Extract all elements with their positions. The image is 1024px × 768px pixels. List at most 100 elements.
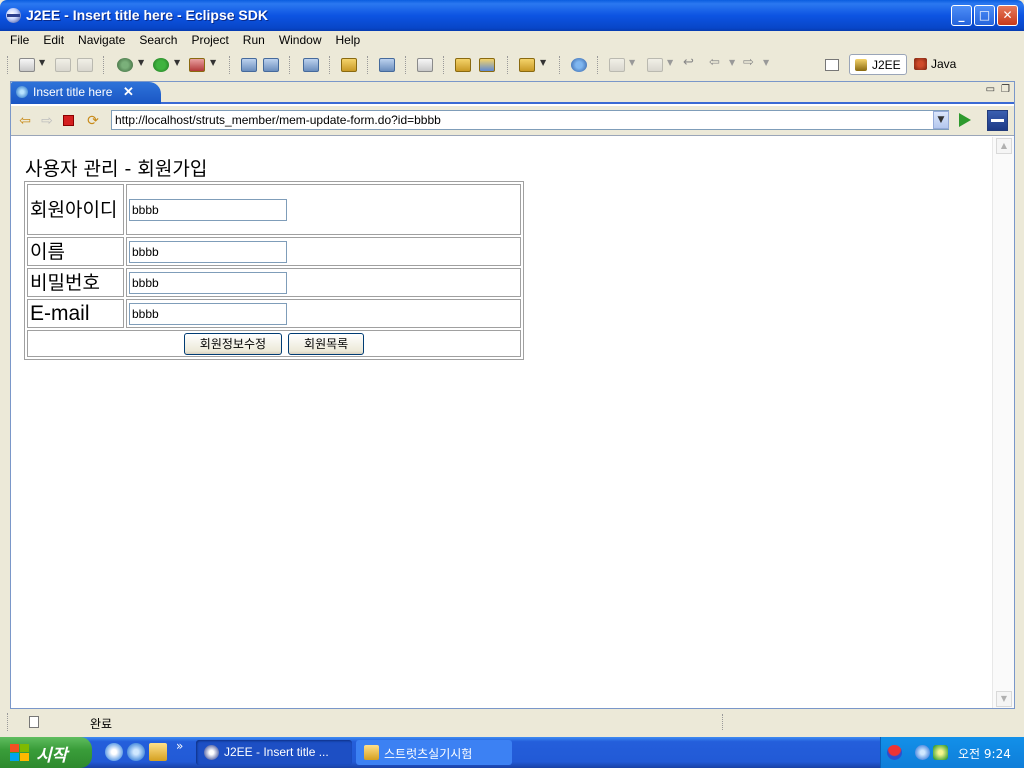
name-field[interactable] (129, 240, 287, 263)
perspective-j2ee[interactable]: J2EE (849, 54, 907, 75)
refresh-icon[interactable]: ⟳ (85, 113, 101, 129)
tray-arrow-icon[interactable] (915, 745, 930, 760)
main-toolbar: ▼ ▼ ▼ ▼ ▼ ▼ ▼ ↩ ⇦ ▼ ⇨ ▼ J2EE Java (3, 52, 1021, 78)
member-form-table: 회원아이디 이름 비밀번호 E-mail (24, 181, 524, 360)
id-field[interactable] (129, 198, 287, 221)
fast-view-icon[interactable] (29, 716, 39, 728)
deploy-icon[interactable] (379, 58, 395, 72)
print-icon[interactable] (77, 58, 93, 72)
browser-nav-bar: ⇦ ⇨ ⟳ http://localhost/struts_member/mem… (11, 106, 1014, 136)
open-perspective-icon[interactable] (825, 59, 839, 71)
chevron-down-icon[interactable]: ▼ (629, 58, 635, 72)
menu-help[interactable]: Help (329, 31, 368, 47)
tab-label: Insert title here (33, 85, 113, 99)
url-input[interactable]: http://localhost/struts_member/mem-updat… (111, 110, 949, 130)
menu-edit[interactable]: Edit (36, 31, 71, 47)
new-server-icon[interactable] (241, 58, 257, 72)
window-title-bar[interactable]: J2EE - Insert title here - Eclipse SDK _… (0, 0, 1024, 31)
security-icon[interactable] (933, 745, 948, 760)
menu-run[interactable]: Run (236, 31, 272, 47)
scroll-up-icon[interactable]: ▲ (996, 138, 1012, 154)
vertical-scrollbar[interactable]: ▲ ▼ (992, 137, 1014, 708)
task-folder[interactable]: 스트럿츠실기시험 (356, 740, 512, 765)
ime-icon[interactable] (887, 745, 902, 760)
chevron-down-icon[interactable]: ▼ (540, 58, 546, 72)
chevron-down-icon[interactable]: ▼ (763, 58, 769, 72)
eclipse-icon[interactable] (6, 8, 21, 23)
url-dropdown-icon[interactable]: ▼ (933, 111, 949, 129)
maximize-button[interactable]: □ (974, 5, 995, 26)
search-folder-icon[interactable] (519, 58, 535, 72)
toolbar-separator (559, 56, 561, 74)
stop-icon[interactable] (63, 115, 74, 126)
scroll-down-icon[interactable]: ▼ (996, 691, 1012, 707)
task-eclipse[interactable]: J2EE - Insert title ... (196, 740, 352, 765)
open-type-icon[interactable] (417, 58, 433, 72)
menu-file[interactable]: File (3, 31, 36, 47)
eclipse-browser-icon[interactable] (987, 110, 1008, 131)
back-icon[interactable]: ⇦ (709, 55, 727, 70)
ejb-icon[interactable] (341, 58, 357, 72)
internet-explorer-icon[interactable] (127, 743, 145, 761)
forward-icon[interactable]: ⇨ (743, 55, 761, 70)
update-member-button[interactable]: 회원정보수정 (183, 332, 283, 355)
menu-navigate[interactable]: Navigate (71, 31, 132, 47)
pen-icon[interactable] (479, 58, 495, 72)
chevron-down-icon[interactable]: ▼ (138, 58, 144, 72)
status-text: 완료 (90, 717, 113, 731)
show-desktop-icon[interactable] (105, 743, 123, 761)
close-tab-icon[interactable]: ✕ (123, 84, 134, 100)
form-row-password: 비밀번호 (27, 268, 521, 297)
web-page: 사용자 관리 - 회원가입 회원아이디 이름 비밀번호 (11, 137, 992, 708)
chevron-down-icon[interactable]: ▼ (174, 58, 180, 72)
close-button[interactable]: ✕ (997, 5, 1018, 26)
chevron-down-icon[interactable]: ▼ (667, 58, 673, 72)
external-tools-icon[interactable] (189, 58, 205, 72)
perspective-java[interactable]: Java (911, 54, 971, 75)
debug-icon[interactable] (117, 58, 133, 72)
taskbar: 시작 » J2EE - Insert title ... 스트럿츠실기시험 오전… (0, 737, 1024, 768)
chevron-down-icon[interactable]: ▼ (729, 58, 735, 72)
system-tray: 오전 9:24 (880, 737, 1024, 768)
toolbar-separator (443, 56, 445, 74)
email-field[interactable] (129, 302, 287, 325)
form-row-buttons: 회원정보수정 회원목록 (27, 330, 521, 357)
minimize-button[interactable]: _ (951, 5, 972, 26)
folder-icon[interactable] (149, 743, 167, 761)
window-title: J2EE - Insert title here - Eclipse SDK (26, 7, 268, 23)
new-icon[interactable] (19, 58, 35, 72)
new-project-icon[interactable] (263, 58, 279, 72)
id-cell (126, 184, 521, 235)
globe-icon[interactable] (571, 58, 587, 72)
browser-editor: Insert title here ✕ ▭ ❐ ⇦ ⇨ ⟳ http://loca… (10, 81, 1015, 709)
quick-launch-overflow[interactable]: » (176, 739, 186, 757)
maximize-view-icon[interactable]: ❐ (1001, 84, 1010, 95)
last-edit-icon[interactable]: ↩ (683, 55, 701, 70)
open-folder-icon[interactable] (455, 58, 471, 72)
eclipse-icon (204, 745, 219, 760)
menu-project[interactable]: Project (184, 31, 235, 47)
email-cell (126, 299, 521, 328)
forward-arrow-icon[interactable]: ⇨ (39, 113, 55, 129)
member-list-button[interactable]: 회원목록 (288, 332, 365, 355)
next-annotation-icon[interactable] (609, 58, 625, 72)
save-icon[interactable] (55, 58, 71, 72)
go-icon[interactable] (959, 113, 971, 127)
chevron-down-icon[interactable]: ▼ (39, 58, 45, 72)
perspective-switcher: J2EE Java (825, 54, 1015, 76)
menu-window[interactable]: Window (272, 31, 329, 47)
password-field[interactable] (129, 271, 287, 294)
previous-annotation-icon[interactable] (647, 58, 663, 72)
server-icon[interactable] (303, 58, 319, 72)
chevron-down-icon[interactable]: ▼ (210, 58, 216, 72)
run-icon[interactable] (153, 58, 169, 72)
minimize-view-icon[interactable]: ▭ (986, 84, 995, 95)
menu-search[interactable]: Search (132, 31, 184, 47)
start-button[interactable]: 시작 (0, 737, 92, 768)
menu-bar: File Edit Navigate Search Project Run Window He… (3, 31, 1021, 51)
page-title: 사용자 관리 - 회원가입 (25, 158, 208, 180)
tab-insert-title-here[interactable]: Insert title here ✕ (11, 82, 161, 104)
back-arrow-icon[interactable]: ⇦ (17, 113, 33, 129)
view-controls: ▭ ❐ (980, 84, 1010, 95)
toolbar-separator (405, 56, 407, 74)
